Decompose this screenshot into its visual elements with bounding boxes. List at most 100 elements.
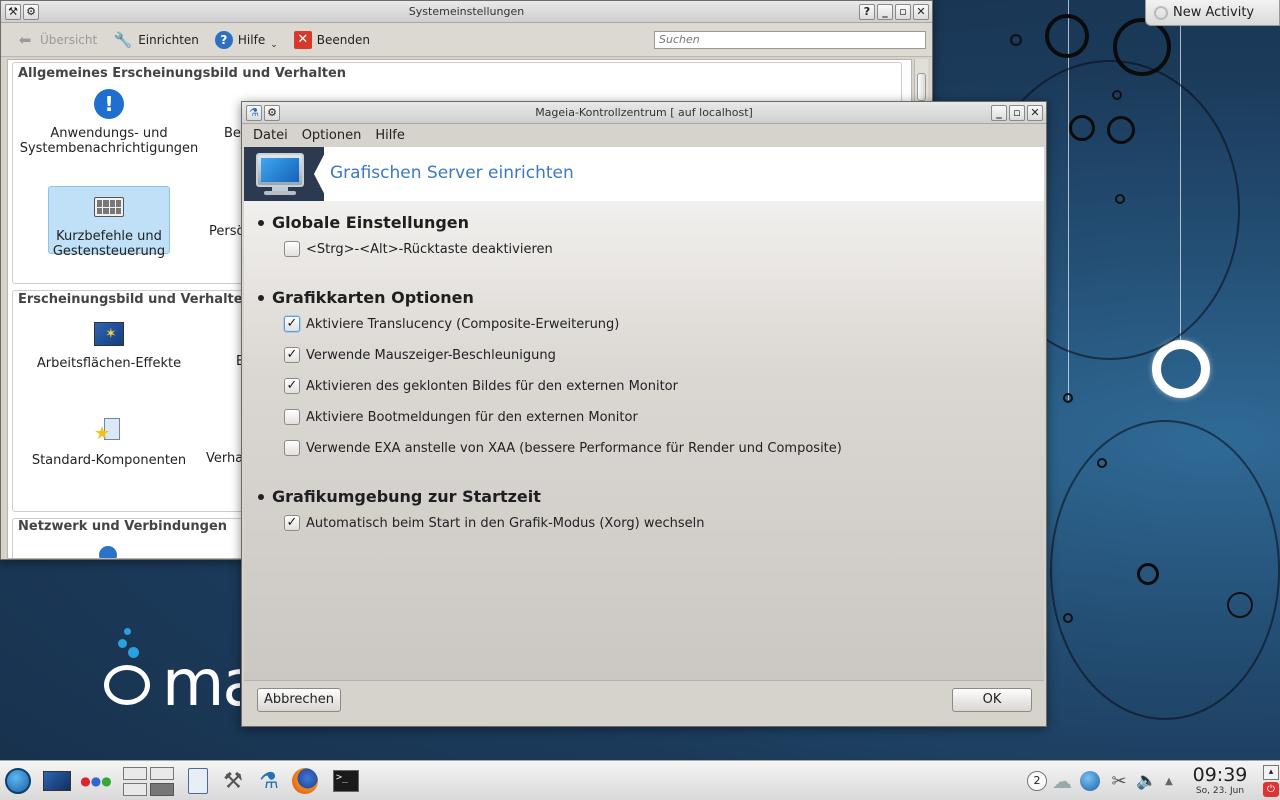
keyboard-icon <box>93 191 125 223</box>
network-globe-icon[interactable] <box>1075 766 1105 796</box>
quit-icon: ✕ <box>293 30 312 49</box>
quit-label: Beenden <box>316 32 370 47</box>
xorg-settings-form: Globale Einstellungen <Strg>-<Alt>-Rückt… <box>244 201 1044 681</box>
scrollbar-thumb[interactable] <box>917 73 926 101</box>
option-auto-start-graphical[interactable]: ✓ Automatisch beim Start in den Grafik-M… <box>284 515 704 531</box>
checkbox[interactable] <box>284 440 300 456</box>
checkbox[interactable]: ✓ <box>284 515 300 531</box>
option-clone-external-monitor[interactable]: ✓ Aktivieren des geklonten Bildes für de… <box>284 378 678 394</box>
clock-date: So, 23. Jun <box>1195 786 1245 796</box>
group-title: Grafikumgebung zur Startzeit <box>258 487 541 506</box>
digital-clock[interactable]: 09:39 So, 23. Jun <box>1188 764 1252 796</box>
terminal-icon[interactable]: >_ <box>331 766 361 796</box>
option-label: Verwende EXA anstelle von XAA (bessere P… <box>306 440 842 456</box>
checkbox[interactable] <box>284 409 300 425</box>
system-tray-expand-icon[interactable]: ▲ <box>1158 766 1180 796</box>
mcc-header-banner: Grafischen Server einrichten <box>244 147 1044 201</box>
file-manager-icon[interactable] <box>183 766 213 796</box>
module-default-components[interactable]: ★ Standard-Komponenten <box>14 415 204 468</box>
maximize-button[interactable]: ▫ <box>895 4 911 20</box>
module-notifications[interactable]: ! Anwendungs- und Systembenachrichtigung… <box>14 88 204 156</box>
wallpaper-ring <box>1045 14 1089 58</box>
new-activity-label: New Activity <box>1173 5 1255 20</box>
checkbox[interactable]: ✓ <box>284 378 300 394</box>
configure-button[interactable]: 🔧 Einrichten <box>105 27 207 53</box>
lock-screen-icon[interactable]: ▴ <box>1263 765 1279 780</box>
overview-button[interactable]: ⬅ Übersicht <box>7 27 105 53</box>
mageia-desktop-logo: ma <box>100 625 240 715</box>
new-activity-button[interactable]: New Activity <box>1145 0 1280 26</box>
desktop-1[interactable] <box>122 766 147 780</box>
checkbox[interactable]: ✓ <box>284 316 300 332</box>
pager[interactable] <box>119 766 177 796</box>
help-label: Hilfe <box>237 32 266 47</box>
option-exa-instead-of-xaa[interactable]: Verwende EXA anstelle von XAA (bessere P… <box>284 440 842 456</box>
group-title-text: Globale Einstellungen <box>272 213 470 232</box>
taskbar: ● ● ● ⚒ ⚗ >_ 2 ☁ ✂ 🔈 ▲ 09:39 So, 23. Jun ▴… <box>0 760 1280 800</box>
system-settings-titlebar[interactable]: ⚒ ⚙ Systemeinstellungen ? _ ▫ ✕ <box>1 1 932 23</box>
group-title-text: Grafikkarten Optionen <box>272 288 474 307</box>
mcc-menubar: Datei Optionen Hilfe <box>242 124 1046 146</box>
wallpaper-swirl <box>1050 420 1280 720</box>
module-label: Kurzbefehle und Gestensteuerung <box>52 229 166 259</box>
option-label: Aktivieren des geklonten Bildes für den … <box>306 378 678 394</box>
module-shortcuts[interactable]: Kurzbefehle und Gestensteuerung <box>48 186 170 259</box>
activity-icon <box>1154 6 1168 20</box>
clipboard-scissors-icon[interactable]: ✂ <box>1104 766 1134 796</box>
option-translucency[interactable]: ✓ Aktiviere Translucency (Composite-Erwe… <box>284 316 619 332</box>
wallpaper-ring <box>1063 393 1073 403</box>
minimize-button[interactable]: _ <box>877 4 893 20</box>
mcc-titlebar[interactable]: ⚗ ⚙ Mageia-Kontrollzentrum [ auf localho… <box>242 102 1046 124</box>
desktop-3[interactable] <box>122 782 147 796</box>
show-desktop-icon[interactable] <box>42 766 72 796</box>
close-button[interactable]: ✕ <box>1027 105 1043 121</box>
search-input[interactable] <box>654 30 926 49</box>
mageia-control-center-window: ⚗ ⚙ Mageia-Kontrollzentrum [ auf localho… <box>241 101 1047 727</box>
menu-optionen[interactable]: Optionen <box>295 128 369 143</box>
section-title: Allgemeines Erscheinungsbild und Verhalt… <box>18 66 347 81</box>
ok-button[interactable]: OK <box>952 688 1032 712</box>
minimize-button[interactable]: _ <box>991 105 1007 121</box>
window-menu-icon[interactable]: ⚙ <box>264 105 280 121</box>
window-menu-icon[interactable]: ⚙ <box>23 4 39 20</box>
option-label: Automatisch beim Start in den Grafik-Mod… <box>306 515 705 531</box>
tools-icon[interactable]: ⚒ <box>218 766 248 796</box>
menu-hilfe[interactable]: Hilfe <box>368 128 412 143</box>
quit-button[interactable]: ✕ Beenden <box>286 28 378 52</box>
button-separator <box>244 680 1044 681</box>
mageia-icon[interactable]: ⚗ <box>246 105 262 121</box>
cancel-button[interactable]: Abbrechen <box>257 688 341 712</box>
application-launcher-icon[interactable] <box>3 766 33 796</box>
header-icon-panel <box>244 147 324 201</box>
activities-icon[interactable]: ● ● ● <box>80 766 111 796</box>
help-icon: ? <box>214 30 233 49</box>
arrow-left-icon: ⬅ <box>18 30 32 49</box>
menu-datei[interactable]: Datei <box>246 128 295 143</box>
module-desktop-effects[interactable]: ✶ Arbeitsflächen-Effekte <box>14 318 204 371</box>
group-title: Globale Einstellungen <box>258 213 469 232</box>
close-button[interactable]: ✕ <box>913 4 929 20</box>
default-components-icon: ★ <box>93 415 125 447</box>
checkbox[interactable] <box>284 241 300 257</box>
clock-time: 09:39 <box>1192 764 1248 786</box>
desktop-2[interactable] <box>149 766 174 780</box>
help-icon[interactable]: ? <box>859 4 875 20</box>
help-button[interactable]: ? Hilfe ⌄ <box>207 27 286 53</box>
maximize-button[interactable]: ▫ <box>1009 105 1025 121</box>
pager-number: 2 <box>1027 771 1047 791</box>
wrench-icon[interactable]: ⚒ <box>5 4 21 20</box>
module-label: Standard-Komponenten <box>31 453 187 468</box>
group-title: Grafikkarten Optionen <box>258 288 474 307</box>
window-title: Mageia-Kontrollzentrum [ auf localhost] <box>535 106 753 119</box>
option-cursor-acceleration[interactable]: ✓ Verwende Mauszeiger-Beschleunigung <box>284 347 556 363</box>
cloud-icon[interactable]: ☁ <box>1047 766 1077 796</box>
desktop-4[interactable] <box>149 782 174 796</box>
checkbox[interactable]: ✓ <box>284 347 300 363</box>
configure-label: Einrichten <box>138 32 199 47</box>
firefox-icon[interactable] <box>290 766 320 796</box>
mageia-control-center-icon[interactable]: ⚗ <box>254 766 284 796</box>
power-icon[interactable]: ⏻ <box>1263 782 1279 797</box>
option-disable-ctrl-alt-backspace[interactable]: <Strg>-<Alt>-Rücktaste deaktivieren <box>284 241 553 257</box>
option-label: Aktiviere Translucency (Composite-Erweit… <box>306 316 620 332</box>
option-boot-messages-external[interactable]: Aktiviere Bootmeldungen für den externen… <box>284 409 638 425</box>
